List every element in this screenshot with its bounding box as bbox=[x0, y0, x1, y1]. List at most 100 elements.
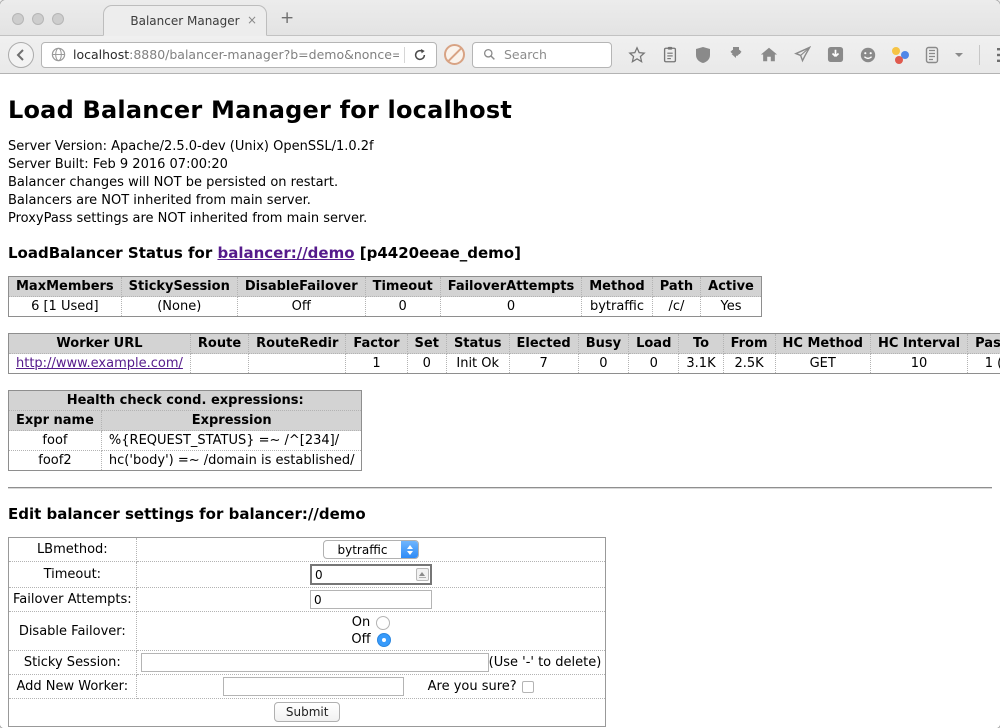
column-header: StickySession bbox=[121, 277, 237, 297]
column-header: Elected bbox=[509, 334, 578, 354]
table-cell: 0 bbox=[629, 354, 679, 374]
url-bar[interactable]: localhost:8880/balancer-manager?b=demo&n… bbox=[41, 42, 437, 68]
browser-window: Balancer Manager × + localhost:8880/bala… bbox=[0, 0, 1000, 728]
pocket-icon[interactable] bbox=[825, 45, 845, 65]
page-content: Load Balancer Manager for localhost Serv… bbox=[0, 74, 1000, 728]
health-check-table: Health check cond. expressions: Expr nam… bbox=[8, 390, 362, 471]
table-cell: 1 (0) bbox=[968, 354, 1000, 374]
are-you-sure-label: Are you sure? bbox=[428, 679, 517, 694]
balancer-status-table: MaxMembers StickySession DisableFailover… bbox=[8, 276, 762, 317]
reload-icon[interactable] bbox=[410, 45, 430, 65]
tab-strip: Balancer Manager × + bbox=[0, 0, 1000, 36]
status-heading-prefix: LoadBalancer Status for bbox=[8, 244, 217, 262]
proxypass-note-line: ProxyPass settings are NOT inherited fro… bbox=[8, 210, 992, 228]
search-bar[interactable]: Search bbox=[472, 42, 612, 68]
chevron-down-icon[interactable] bbox=[955, 53, 963, 57]
column-header: Timeout bbox=[365, 277, 440, 297]
form-row-add-worker: Add New Worker: Are you sure? bbox=[9, 675, 606, 699]
close-window-button[interactable] bbox=[12, 13, 24, 25]
table-cell: 10 bbox=[870, 354, 967, 374]
table-header-row: Expr name Expression bbox=[9, 411, 362, 431]
inherit-note-line: Balancers are NOT inherited from main se… bbox=[8, 192, 992, 210]
home-icon[interactable] bbox=[759, 45, 779, 65]
column-header: RouteRedir bbox=[249, 334, 346, 354]
tab-close-icon[interactable]: × bbox=[247, 14, 257, 26]
url-divider bbox=[404, 47, 405, 63]
column-header: Active bbox=[701, 277, 762, 297]
edit-balancer-form: LBmethod: bytraffic Timeout: bbox=[8, 537, 606, 727]
radio-off-label: Off bbox=[351, 632, 370, 647]
table-cell: (None) bbox=[121, 297, 237, 317]
table-cell: 0 bbox=[578, 354, 628, 374]
worker-url-link[interactable]: http://www.example.com/ bbox=[16, 356, 183, 371]
column-header: Load bbox=[629, 334, 679, 354]
shield-icon[interactable] bbox=[693, 45, 713, 65]
bookmark-star-icon[interactable] bbox=[627, 45, 647, 65]
table-cell: 1 bbox=[346, 354, 407, 374]
server-version-line: Server Version: Apache/2.5.0-dev (Unix) … bbox=[8, 138, 992, 156]
form-row-failover-attempts: Failover Attempts: bbox=[9, 588, 606, 612]
send-tab-icon[interactable] bbox=[792, 45, 812, 65]
add-worker-input[interactable] bbox=[223, 677, 404, 696]
extension-dots-icon[interactable] bbox=[891, 46, 909, 64]
column-header: Path bbox=[652, 277, 700, 297]
minimize-window-button[interactable] bbox=[32, 13, 44, 25]
status-heading-suffix: [p4420eeae_demo] bbox=[355, 244, 521, 262]
back-button[interactable] bbox=[8, 42, 34, 68]
disable-failover-label: Disable Failover: bbox=[9, 612, 137, 651]
column-header: Status bbox=[446, 334, 509, 354]
disable-failover-on-radio[interactable] bbox=[376, 616, 390, 630]
sticky-session-label: Sticky Session: bbox=[9, 651, 137, 675]
menu-hamburger-icon[interactable] bbox=[996, 45, 1000, 65]
column-header: Busy bbox=[578, 334, 628, 354]
lbmethod-selected-value: bytraffic bbox=[324, 541, 402, 558]
add-worker-label: Add New Worker: bbox=[9, 675, 137, 699]
reading-list-icon[interactable] bbox=[660, 45, 680, 65]
expression-cell: hc('body') =~ /domain is established/ bbox=[101, 451, 362, 471]
disable-failover-off-radio[interactable] bbox=[377, 633, 391, 647]
balancer-demo-link[interactable]: balancer://demo bbox=[217, 244, 354, 262]
select-stepper-icon bbox=[401, 541, 418, 558]
table-cell: bytraffic bbox=[582, 297, 652, 317]
table-cell: 0 bbox=[407, 354, 446, 374]
failover-attempts-input[interactable] bbox=[310, 590, 432, 609]
back-arrow-icon bbox=[15, 49, 27, 61]
column-header: MaxMembers bbox=[9, 277, 122, 297]
column-header: Worker URL bbox=[9, 334, 191, 354]
feedback-smiley-icon[interactable] bbox=[858, 45, 878, 65]
expr-name-cell: foof bbox=[9, 431, 102, 451]
container-list-icon[interactable] bbox=[922, 45, 942, 65]
column-header: DisableFailover bbox=[237, 277, 365, 297]
url-text[interactable]: localhost:8880/balancer-manager?b=demo&n… bbox=[73, 47, 399, 62]
content-blocked-icon[interactable] bbox=[444, 44, 465, 65]
new-tab-button[interactable]: + bbox=[280, 8, 294, 28]
navigation-toolbar: localhost:8880/balancer-manager?b=demo&n… bbox=[0, 36, 1000, 74]
form-row-sticky-session: Sticky Session: (Use '-' to delete) bbox=[9, 651, 606, 675]
column-header: Set bbox=[407, 334, 446, 354]
submit-button[interactable]: Submit bbox=[274, 702, 341, 722]
table-header-row: MaxMembers StickySession DisableFailover… bbox=[9, 277, 762, 297]
form-row-lbmethod: LBmethod: bytraffic bbox=[9, 538, 606, 562]
table-row: 6 [1 Used] (None) Off 0 0 bytraffic /c/ … bbox=[9, 297, 762, 317]
tab-balancer-manager[interactable]: Balancer Manager × bbox=[103, 5, 267, 36]
are-you-sure-checkbox[interactable] bbox=[522, 681, 534, 693]
edit-settings-heading: Edit balancer settings for balancer://de… bbox=[8, 505, 992, 523]
form-row-timeout: Timeout: bbox=[9, 562, 606, 588]
table-header-row: Worker URL Route RouteRedir Factor Set S… bbox=[9, 334, 1000, 354]
sticky-session-input[interactable] bbox=[141, 653, 489, 672]
downloads-icon[interactable] bbox=[726, 45, 746, 65]
health-table-title: Health check cond. expressions: bbox=[9, 391, 362, 411]
toolbar-separator bbox=[979, 45, 980, 65]
table-cell: GET bbox=[775, 354, 870, 374]
expr-name-cell: foof2 bbox=[9, 451, 102, 471]
window-controls[interactable] bbox=[12, 13, 64, 25]
column-header: Method bbox=[582, 277, 652, 297]
lbmethod-select[interactable]: bytraffic bbox=[323, 540, 420, 559]
number-stepper-icon[interactable] bbox=[416, 568, 429, 581]
table-row: foof2 hc('body') =~ /domain is establish… bbox=[9, 451, 362, 471]
search-placeholder: Search bbox=[504, 47, 547, 62]
radio-on-label: On bbox=[352, 615, 370, 630]
timeout-input[interactable] bbox=[310, 564, 432, 585]
column-header: Passes bbox=[968, 334, 1000, 354]
zoom-window-button[interactable] bbox=[52, 13, 64, 25]
